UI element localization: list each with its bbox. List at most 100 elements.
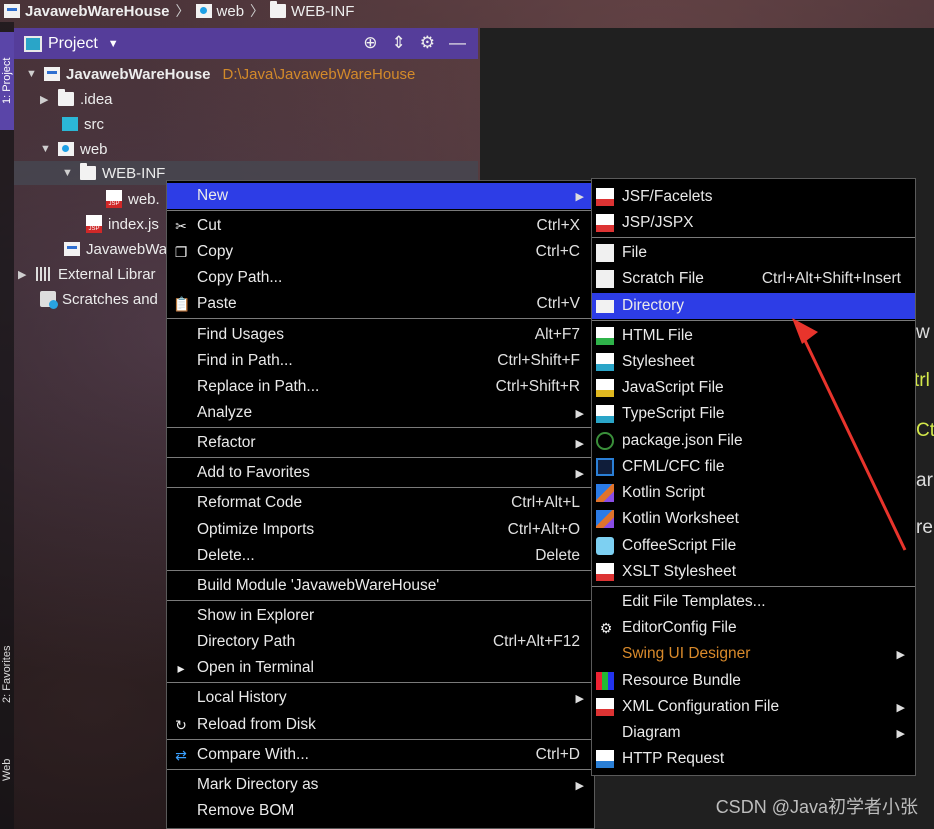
submenu-item-xml-config[interactable]: XML Configuration File ▶ <box>592 694 915 720</box>
web-tool-tab[interactable]: Web <box>0 740 14 800</box>
tree-item-external-libraries[interactable]: ▶ External Librar <box>18 262 156 286</box>
html-file-icon <box>596 327 614 345</box>
minimize-icon[interactable]: — <box>449 33 466 53</box>
submenu-arrow-icon: ▶ <box>896 727 905 740</box>
submenu-item-jsp[interactable]: JSP/JSPX <box>592 210 915 236</box>
web-folder-icon <box>195 4 212 18</box>
submenu-item-swing[interactable]: Swing UI Designer ▶ <box>592 641 915 667</box>
submenu-item-file[interactable]: File <box>592 240 915 266</box>
submenu-arrow-icon: ▶ <box>896 648 905 661</box>
submenu-item-xslt[interactable]: XSLT Stylesheet <box>592 559 915 585</box>
menu-item-analyze[interactable]: Analyze ▶ <box>167 400 594 426</box>
menu-item-remove-bom[interactable]: Remove BOM <box>167 798 594 824</box>
menu-item-compare-with[interactable]: ⇄ Compare With... Ctrl+D <box>167 742 594 768</box>
menu-item-paste[interactable]: 📋 Paste Ctrl+V <box>167 291 594 317</box>
scratch-file-icon <box>596 270 614 288</box>
menu-divider <box>167 682 594 683</box>
menu-item-reload[interactable]: ↻ Reload from Disk <box>167 712 594 738</box>
submenu-item-http-request[interactable]: HTTP Request <box>592 746 915 772</box>
menu-item-replace-in-path[interactable]: Replace in Path... Ctrl+Shift+R <box>167 374 594 400</box>
submenu-arrow-icon: ▶ <box>575 467 584 480</box>
expand-right-icon[interactable]: ▶ <box>40 93 52 106</box>
compare-arrows-icon: ⇄ <box>175 747 187 763</box>
expand-right-icon[interactable]: ▶ <box>18 268 30 281</box>
menu-divider <box>167 427 594 428</box>
favorites-tool-tab[interactable]: 2: Favorites <box>0 625 14 723</box>
menu-item-copy-path[interactable]: Copy Path... <box>167 265 594 291</box>
file-icon <box>596 244 614 262</box>
menu-item-open-terminal[interactable]: ▸ Open in Terminal <box>167 655 594 681</box>
submenu-item-diagram[interactable]: Diagram ▶ <box>592 720 915 746</box>
tree-item-idea[interactable]: ▶ .idea <box>40 87 113 111</box>
xslt-file-icon <box>596 563 614 581</box>
menu-item-copy[interactable]: ❐ Copy Ctrl+C <box>167 239 594 265</box>
chevron-right-icon: 〉 <box>175 3 190 19</box>
menu-divider <box>592 237 915 238</box>
xml-file-icon <box>106 190 122 208</box>
gear-icon: ⚙ <box>599 620 613 636</box>
submenu-arrow-icon: ▶ <box>575 692 584 705</box>
menu-item-optimize-imports[interactable]: Optimize Imports Ctrl+Alt+O <box>167 517 594 543</box>
menu-item-show-in-explorer[interactable]: Show in Explorer <box>167 603 594 629</box>
project-panel-title[interactable]: Project <box>48 35 98 53</box>
submenu-item-resource-bundle[interactable]: Resource Bundle <box>592 668 915 694</box>
menu-divider <box>167 457 594 458</box>
jsp-file-icon <box>596 214 614 232</box>
menu-item-local-history[interactable]: Local History ▶ <box>167 685 594 711</box>
menu-item-find-usages[interactable]: Find Usages Alt+F7 <box>167 322 594 348</box>
breadcrumb-project[interactable]: JavawebWareHouse <box>4 3 170 20</box>
xml-file-icon <box>596 698 614 716</box>
menu-item-build-module[interactable]: Build Module 'JavawebWareHouse' <box>167 573 594 599</box>
submenu-item-edit-templates[interactable]: Edit File Templates... <box>592 589 915 615</box>
tree-item-indexjsp[interactable]: index.js <box>86 212 159 236</box>
breadcrumb-web[interactable]: web <box>195 3 244 20</box>
submenu-arrow-icon: ▶ <box>575 190 584 203</box>
submenu-item-scratch-file[interactable]: Scratch File Ctrl+Alt+Shift+Insert <box>592 266 915 292</box>
chevron-down-icon[interactable]: ▼ <box>108 38 119 50</box>
kotlin-icon <box>596 484 614 502</box>
annotation-arrow-head <box>792 318 818 344</box>
breadcrumb-webinf[interactable]: WEB-INF <box>270 1 354 20</box>
folder-icon <box>80 163 96 180</box>
collapse-all-icon[interactable]: ⇕ <box>392 33 406 53</box>
menu-item-add-favorites[interactable]: Add to Favorites ▶ <box>167 460 594 486</box>
module-folder-icon <box>44 67 60 81</box>
menu-item-refactor[interactable]: Refactor ▶ <box>167 430 594 456</box>
resource-bundle-icon <box>596 672 614 690</box>
menu-item-new[interactable]: New ▶ <box>167 183 594 209</box>
menu-item-directory-path[interactable]: Directory Path Ctrl+Alt+F12 <box>167 629 594 655</box>
tree-item-root[interactable]: ▼ JavawebWareHouse D:\Java\JavawebWareHo… <box>26 62 415 86</box>
expand-down-icon[interactable]: ▼ <box>40 143 52 155</box>
submenu-arrow-icon: ▶ <box>896 701 905 714</box>
gear-icon[interactable]: ⚙ <box>420 33 435 53</box>
expand-down-icon[interactable]: ▼ <box>26 68 38 80</box>
js-file-icon <box>596 379 614 397</box>
cfml-file-icon <box>596 458 614 476</box>
source-folder-icon <box>62 117 78 131</box>
menu-item-reformat-code[interactable]: Reformat Code Ctrl+Alt+L <box>167 490 594 516</box>
tree-item-scratches[interactable]: Scratches and <box>40 287 158 311</box>
menu-item-mark-directory[interactable]: Mark Directory as ▶ <box>167 772 594 798</box>
submenu-item-jsf[interactable]: JSF/Facelets <box>592 184 915 210</box>
ts-file-icon <box>596 405 614 423</box>
submenu-arrow-icon: ▶ <box>575 407 584 420</box>
panel-toolbar: ⊕ ⇕ ⚙ — <box>363 33 466 53</box>
menu-item-cut[interactable]: ✂ Cut Ctrl+X <box>167 213 594 239</box>
menu-divider <box>167 318 594 319</box>
menu-divider <box>167 570 594 571</box>
tree-item-iml[interactable]: JavawebWa <box>64 237 167 261</box>
submenu-item-editorconfig[interactable]: ⚙ EditorConfig File <box>592 615 915 641</box>
project-panel-header: Project ▼ ⊕ ⇕ ⚙ — <box>14 28 478 59</box>
expand-down-icon[interactable]: ▼ <box>62 167 74 179</box>
project-tool-tab[interactable]: 1: Project <box>0 32 14 130</box>
menu-item-find-in-path[interactable]: Find in Path... Ctrl+Shift+F <box>167 348 594 374</box>
menu-item-delete[interactable]: Delete... Delete <box>167 543 594 569</box>
folder-icon <box>596 300 614 313</box>
api-file-icon <box>596 750 614 768</box>
tree-item-src[interactable]: src <box>44 112 104 136</box>
submenu-arrow-icon: ▶ <box>575 437 584 450</box>
locate-icon[interactable]: ⊕ <box>363 33 377 53</box>
tree-item-web[interactable]: ▼ web <box>40 137 108 161</box>
tree-item-webxml[interactable]: web. <box>106 187 160 211</box>
nodejs-icon <box>596 432 614 450</box>
